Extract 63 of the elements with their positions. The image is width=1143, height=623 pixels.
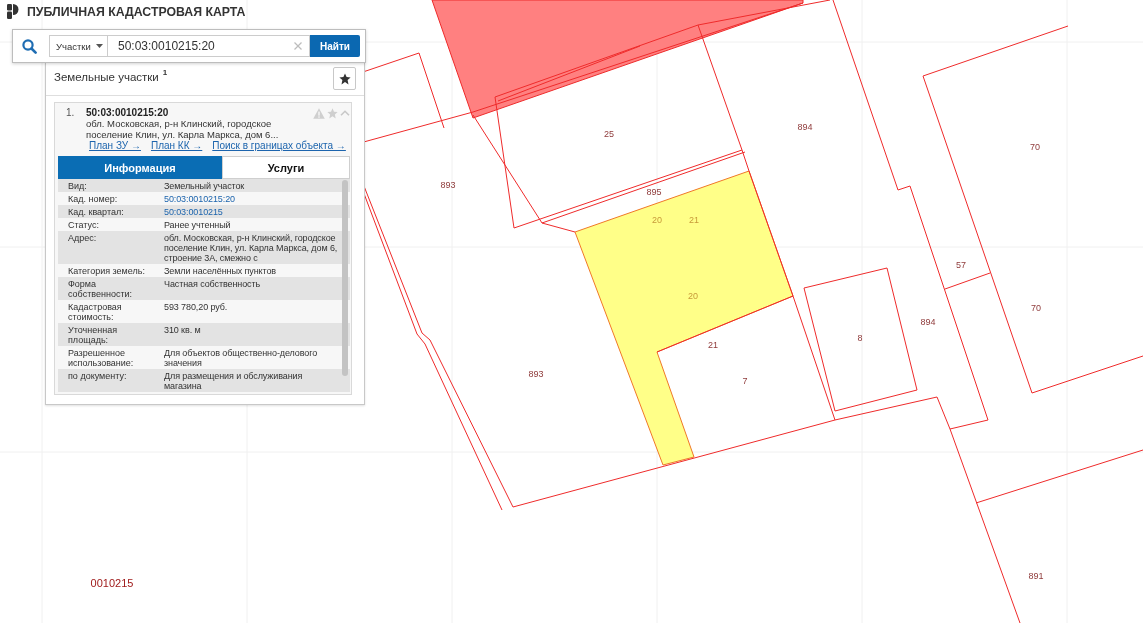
field-label: Форма собственности: bbox=[67, 279, 134, 299]
field-value: обл. Московская, р-н Клинский, городское поселение Клин, ул. Карла Маркса, дом 6, строение 3А, смежно с bbox=[164, 233, 339, 263]
parcel-number: 7 bbox=[742, 376, 748, 386]
app-title: ПУБЛИЧНАЯ КАДАСТРОВАЯ КАРТА bbox=[27, 4, 246, 19]
parcel-number: 894 bbox=[797, 122, 813, 132]
field-label: Кадастровая стоимость: bbox=[67, 302, 123, 322]
field-value: Ранее учтенный bbox=[164, 220, 232, 230]
result-count: 1 bbox=[162, 68, 168, 77]
field-label: Кад. номер: bbox=[67, 194, 119, 204]
favorites-button[interactable] bbox=[333, 67, 356, 90]
quarter-number: 0010215 bbox=[90, 577, 134, 589]
field-label: Разрешенное использование: bbox=[67, 348, 135, 368]
parcel-number: 893 bbox=[440, 180, 456, 190]
field-label: Статус: bbox=[67, 220, 100, 230]
field-label: Адрес: bbox=[67, 233, 98, 243]
results-heading: Земельные участки bbox=[54, 70, 159, 84]
field-label: Вид: bbox=[67, 181, 88, 191]
field-value: Земельный участок bbox=[164, 181, 246, 191]
action-link[interactable]: Поиск в границах объекта → bbox=[212, 140, 346, 152]
field-label: Уточненная площадь: bbox=[67, 325, 119, 345]
field-link[interactable]: 50:03:0010215:20 bbox=[164, 194, 350, 204]
parcel-number: 893 bbox=[528, 369, 544, 379]
parcel-number: 20 bbox=[652, 215, 662, 225]
star-icon bbox=[338, 72, 351, 85]
find-button[interactable]: Найти bbox=[310, 35, 360, 57]
parcel-number: 21 bbox=[689, 215, 699, 225]
parcel-number: 894 bbox=[920, 317, 936, 327]
field-link[interactable]: 50:03:0010215 bbox=[164, 207, 350, 217]
logo-icon bbox=[7, 4, 19, 19]
parcel-number: 25 bbox=[604, 129, 614, 139]
warning-icon[interactable] bbox=[313, 107, 325, 119]
scrollbar[interactable] bbox=[342, 180, 348, 376]
parcel-number: 20 bbox=[688, 291, 698, 301]
action-link[interactable]: План КК → bbox=[150, 140, 203, 152]
star-icon bbox=[327, 107, 338, 119]
field-value: Для размещения и обслуживания магазина bbox=[164, 371, 304, 391]
parcel-number: 57 bbox=[956, 260, 966, 270]
category-dropdown[interactable]: Участки bbox=[49, 35, 108, 57]
parcel-number: 70 bbox=[1030, 142, 1040, 152]
clear-icon[interactable] bbox=[294, 42, 302, 50]
search-icon[interactable] bbox=[22, 38, 37, 54]
result-index: 1. bbox=[66, 107, 76, 119]
tab[interactable]: Услуги bbox=[222, 156, 350, 179]
parcel-number: 8 bbox=[857, 333, 863, 343]
action-link[interactable]: План ЗУ → bbox=[89, 140, 141, 152]
search-field[interactable]: 50:03:0010215:20 bbox=[108, 35, 310, 57]
parcel-number: 21 bbox=[708, 340, 718, 350]
field-value: Частная собственность bbox=[164, 279, 262, 289]
field-value: 310 кв. м bbox=[164, 325, 202, 335]
parcel-address: обл. Московская, р-н Клинский, городское поселение Клин, ул. Карла Маркса, дом 6... bbox=[86, 119, 280, 140]
field-label: Категория земель: bbox=[67, 266, 146, 276]
parcel-number: 70 bbox=[1031, 303, 1041, 313]
caret-icon bbox=[96, 44, 103, 48]
parcel-number: 891 bbox=[1028, 571, 1044, 581]
field-value: Для объектов общественно-делового значения bbox=[164, 348, 319, 368]
parcel-number: 895 bbox=[646, 187, 662, 197]
tab[interactable]: Информация bbox=[58, 156, 222, 179]
field-value: Земли населённых пунктов bbox=[164, 266, 278, 276]
field-label: по документу: bbox=[67, 371, 128, 381]
field-label: Кад. квартал: bbox=[67, 207, 125, 217]
cadastral-number[interactable]: 50:03:0010215:20 bbox=[86, 107, 169, 119]
chevron-up-icon[interactable] bbox=[340, 110, 350, 116]
field-value: 593 780,20 руб. bbox=[164, 302, 229, 312]
